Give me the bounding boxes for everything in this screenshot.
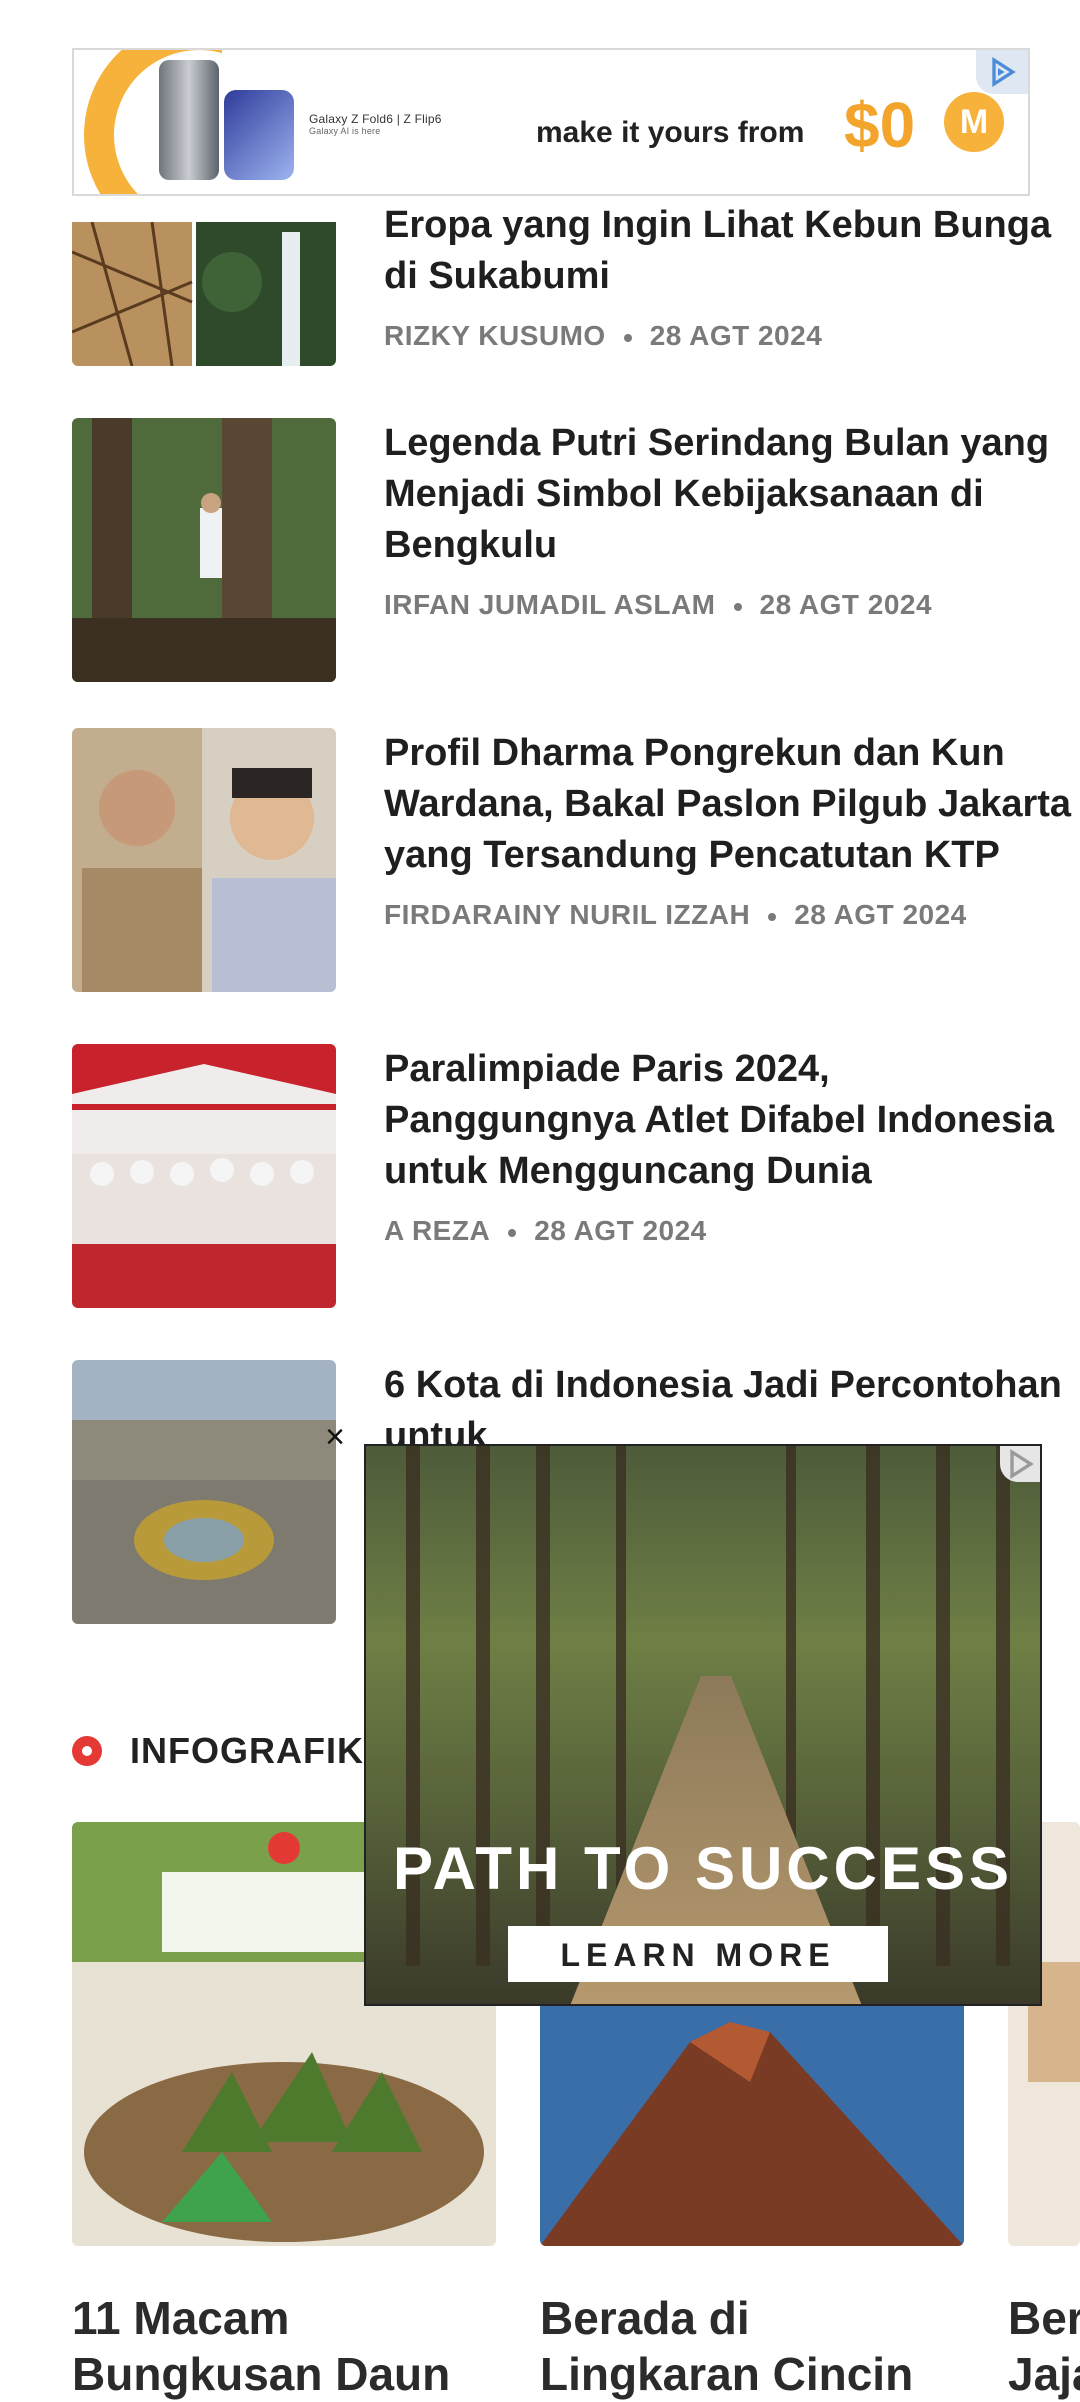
separator-dot <box>623 333 632 342</box>
ad-product-name: Galaxy Z Fold6 | Z Flip6 Galaxy AI is he… <box>309 112 442 136</box>
close-ad-icon[interactable]: × <box>318 1420 352 1454</box>
separator-dot <box>733 602 742 611</box>
separator-dot <box>508 1228 517 1237</box>
article-item[interactable]: Legenda Putri Serindang Bulan yang Menja… <box>72 418 1049 682</box>
ad-product-subtext: Galaxy AI is here <box>309 126 381 136</box>
article-meta: A REZA 28 AGT 2024 <box>384 1215 1080 1247</box>
article-thumbnail[interactable] <box>72 222 336 366</box>
ad-phone-image <box>159 60 219 180</box>
section-title: INFOGRAFIK <box>130 1730 364 1771</box>
ad-product-text: Galaxy Z Fold6 | Z Flip6 <box>309 112 442 126</box>
article-item[interactable]: Paralimpiade Paris 2024, Panggungnya Atl… <box>72 1044 1054 1308</box>
article-thumbnail[interactable] <box>72 728 336 992</box>
article-item[interactable]: Eropa yang Ingin Lihat Kebun Bunga di Su… <box>72 204 1051 372</box>
section-bullet-icon <box>72 1736 102 1766</box>
article-date: 28 AGT 2024 <box>794 899 967 930</box>
article-meta: FIRDARAINY NURIL IZZAH 28 AGT 2024 <box>384 899 1080 931</box>
infografik-title[interactable]: Berada di Lingkaran Cincin <box>540 2290 960 2402</box>
article-title[interactable]: Profil Dharma Pongrekun dan Kun Wardana,… <box>384 728 1080 881</box>
article-meta: RIZKY KUSUMO 28 AGT 2024 <box>384 320 1080 352</box>
article-date: 28 AGT 2024 <box>649 320 823 351</box>
infografik-title[interactable]: Ber Jaja <box>1008 2290 1080 2402</box>
ad-brand-logo: M <box>944 92 1004 152</box>
ad-slogan: make it yours from <box>536 116 805 149</box>
article-title[interactable]: Eropa yang Ingin Lihat Kebun Bunga di Su… <box>384 200 1080 302</box>
ad-phone-image <box>224 90 294 180</box>
article-thumbnail[interactable] <box>72 1044 336 1308</box>
article-item[interactable]: Profil Dharma Pongrekun dan Kun Wardana,… <box>72 728 1071 992</box>
article-author: A REZA <box>384 1215 491 1246</box>
learn-more-button[interactable]: LEARN MORE <box>508 1926 888 1982</box>
article-date: 28 AGT 2024 <box>534 1215 707 1246</box>
adchoices-icon[interactable] <box>976 50 1028 94</box>
article-title[interactable]: Paralimpiade Paris 2024, Panggungnya Atl… <box>384 1044 1080 1197</box>
adchoices-icon[interactable] <box>1000 1446 1040 1482</box>
ad-headline: PATH TO SUCCESS <box>392 1835 1014 1902</box>
floating-video-ad[interactable]: PATH TO SUCCESS LEARN MORE <box>364 1444 1042 2006</box>
article-meta: IRFAN JUMADIL ASLAM 28 AGT 2024 <box>384 589 1080 621</box>
article-title[interactable]: Legenda Putri Serindang Bulan yang Menja… <box>384 418 1080 571</box>
article-thumbnail[interactable] <box>72 418 336 682</box>
article-date: 28 AGT 2024 <box>759 589 933 620</box>
article-author: FIRDARAINY NURIL IZZAH <box>384 899 751 930</box>
section-heading: INFOGRAFIK <box>72 1730 364 1772</box>
article-author: IRFAN JUMADIL ASLAM <box>384 589 716 620</box>
article-thumbnail[interactable] <box>72 1360 336 1624</box>
article-author: RIZKY KUSUMO <box>384 320 606 351</box>
infografik-title[interactable]: 11 Macam Bungkusan Daun <box>72 2290 492 2402</box>
ad-price: $0 <box>844 89 916 161</box>
separator-dot <box>768 912 777 921</box>
top-banner-ad[interactable]: Galaxy Z Fold6 | Z Flip6 Galaxy AI is he… <box>72 48 1030 196</box>
